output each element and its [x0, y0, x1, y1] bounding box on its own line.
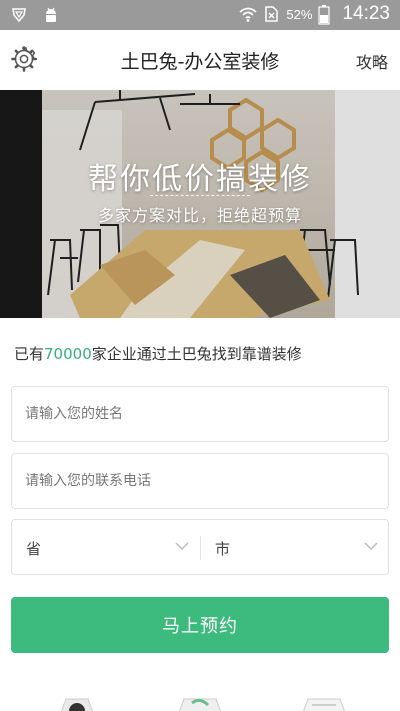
status-bar: 52% 14:23: [0, 0, 400, 30]
wifi-icon: [238, 5, 258, 23]
case-thumbnail-2[interactable]: [172, 695, 228, 711]
city-label: 市: [215, 540, 231, 558]
region-select-row: 省 市: [11, 519, 389, 575]
app-header: 土巴兔-办公室装修 攻略: [0, 30, 400, 90]
chevron-down-icon: [363, 538, 379, 554]
android-icon: [42, 6, 60, 24]
province-label: 省: [26, 540, 42, 558]
banner-title: 帮你低价搞装修: [88, 162, 312, 197]
company-count-text: 已有70000家企业通过土巴兔找到靠谱装修: [14, 343, 302, 364]
no-sim-icon: [262, 5, 280, 23]
name-input[interactable]: [12, 387, 388, 441]
phone-input[interactable]: [12, 454, 388, 508]
stat-suffix: 家企业通过土巴兔找到靠谱装修: [91, 345, 302, 363]
case-thumbnail-3[interactable]: [296, 695, 352, 711]
city-select[interactable]: 市: [201, 520, 389, 574]
shield-icon: [10, 6, 28, 24]
case-thumbnail-1[interactable]: [52, 695, 102, 711]
battery-icon: [318, 5, 336, 25]
book-now-button[interactable]: 马上预约: [11, 597, 389, 653]
strategy-link[interactable]: 攻略: [356, 49, 388, 73]
stat-count: 70000: [44, 345, 92, 363]
status-time: 14:23: [342, 3, 390, 24]
phone-field-container: [11, 453, 389, 509]
page-title: 土巴兔-办公室装修: [120, 51, 280, 73]
status-bar-right: 52% 14:23: [238, 3, 390, 25]
name-field-container: [11, 386, 389, 442]
hero-banner: 帮你低价搞装修 多家方案对比，拒绝超预算: [0, 90, 400, 318]
chevron-down-icon: [174, 538, 190, 554]
banner-subtitle: 多家方案对比，拒绝超预算: [97, 206, 302, 225]
battery-percent: 52%: [286, 6, 313, 22]
province-select[interactable]: 省: [12, 520, 200, 574]
stat-prefix: 已有: [14, 345, 45, 363]
banner-divider: [150, 195, 250, 196]
status-bar-left: [10, 6, 60, 24]
